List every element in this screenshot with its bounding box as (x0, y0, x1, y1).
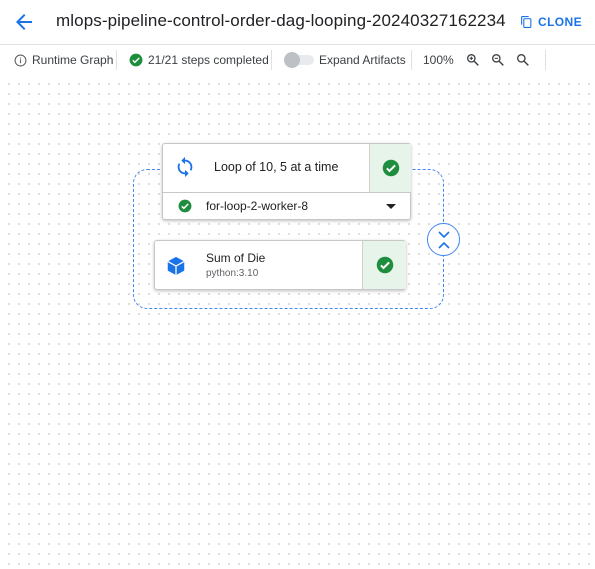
zoom-level: 100% (423, 53, 454, 67)
runtime-graph-info[interactable]: Runtime Graph (14, 45, 113, 75)
loop-status-cell (369, 144, 411, 192)
loop-node-label: Loop of 10, 5 at a time (214, 160, 339, 174)
steps-completed-label: 21/21 steps completed (148, 53, 269, 67)
toggle-switch[interactable] (284, 52, 314, 68)
collapse-icon (438, 231, 450, 249)
iteration-selected-label: for-loop-2-worker-8 (206, 199, 309, 213)
task-node-subtitle: python:3.10 (206, 268, 259, 279)
runtime-graph-label: Runtime Graph (32, 53, 114, 67)
check-circle-icon (382, 159, 399, 177)
expand-artifacts-label: Expand Artifacts (319, 53, 406, 67)
zoom-in-icon (467, 54, 479, 66)
loop-node-header[interactable]: Loop of 10, 5 at a time (163, 144, 411, 193)
check-circle-icon (178, 199, 192, 213)
clone-label: CLONE (538, 15, 582, 29)
collapse-loop-button[interactable] (427, 223, 460, 256)
loop-node[interactable]: Loop of 10, 5 at a time for-loop-2-worke… (162, 143, 411, 220)
zoom-out-button[interactable] (490, 45, 506, 75)
toolbar-divider (271, 50, 272, 70)
toolbar-divider (545, 50, 546, 70)
loop-icon (177, 156, 193, 178)
check-circle-icon (376, 256, 393, 274)
page-header: mlops-pipeline-control-order-dag-looping… (0, 0, 595, 44)
task-node-name: Sum of Die (206, 251, 266, 265)
expand-artifacts-toggle[interactable]: Expand Artifacts (284, 45, 406, 75)
graph-toolbar: Runtime Graph 21/21 steps completed Expa… (0, 44, 595, 76)
zoom-reset-icon (517, 54, 529, 66)
zoom-reset-button[interactable] (515, 45, 531, 75)
clone-button[interactable]: CLONE (520, 13, 582, 31)
toolbar-divider (116, 50, 117, 70)
steps-status: 21/21 steps completed (129, 45, 269, 75)
toolbar-divider (411, 50, 412, 70)
check-circle-icon (129, 53, 143, 67)
back-button[interactable] (12, 10, 36, 34)
info-icon (14, 54, 27, 66)
chevron-down-icon (386, 204, 396, 209)
task-status-cell (362, 241, 406, 289)
page-title: mlops-pipeline-control-order-dag-looping… (56, 11, 506, 30)
arrow-back-icon (16, 14, 32, 30)
cube-icon (167, 256, 185, 276)
iteration-dropdown[interactable]: for-loop-2-worker-8 (163, 193, 410, 219)
toggle-knob (284, 52, 300, 68)
zoom-out-icon (492, 54, 504, 66)
zoom-in-button[interactable] (465, 45, 481, 75)
task-node[interactable]: Sum of Die python:3.10 (154, 240, 406, 290)
copy-icon (521, 16, 532, 28)
